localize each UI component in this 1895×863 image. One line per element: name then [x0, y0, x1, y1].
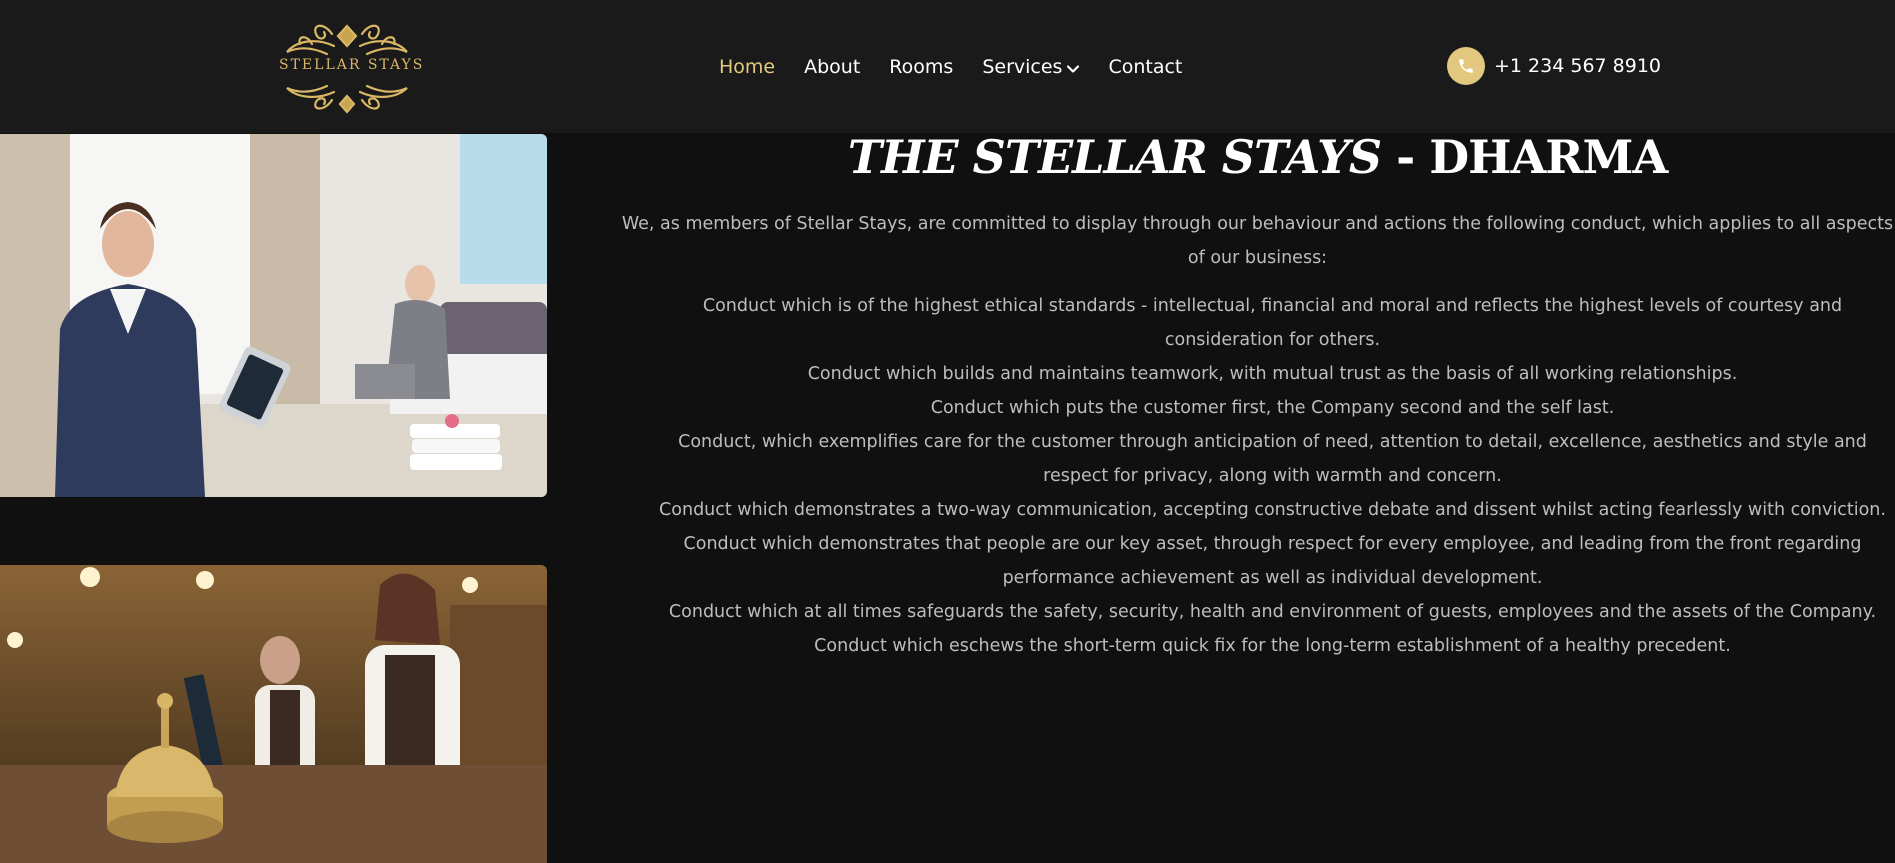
intro-paragraph: We, as members of Stellar Stays, are com…: [621, 214, 1894, 268]
nav-home[interactable]: Home: [719, 56, 775, 78]
conduct-item: Conduct which demonstrates that people a…: [683, 534, 1862, 588]
nav-rooms-label: Rooms: [889, 56, 954, 78]
reception-desk-photo: [0, 565, 547, 863]
nav-services[interactable]: Services: [982, 56, 1080, 78]
site-header: STELLAR STAYS Home About Rooms Services …: [0, 0, 1895, 133]
conduct-item: Conduct which is of the highest ethical …: [702, 296, 1843, 350]
conduct-item: Conduct, which exemplifies care for the …: [678, 432, 1867, 486]
page-title: THE STELLAR STAYS - DHARMA: [620, 130, 1895, 184]
nav-about[interactable]: About: [804, 56, 860, 78]
nav-home-label: Home: [719, 56, 776, 78]
conduct-item: Conduct which builds and maintains teamw…: [807, 364, 1738, 384]
nav-rooms[interactable]: Rooms: [889, 56, 953, 78]
main-nav: Home About Rooms Services Contact: [719, 53, 1182, 81]
conduct-item: Conduct which at all times safeguards th…: [668, 602, 1877, 622]
conduct-item: Conduct which demonstrates a two-way com…: [659, 500, 1886, 520]
nav-contact-label: Contact: [1108, 56, 1183, 78]
phone-number: +1 234 567 8910: [1494, 55, 1662, 77]
page-title-brand: THE STELLAR STAYS: [847, 130, 1382, 184]
brand-name: STELLAR STAYS: [279, 57, 425, 73]
conduct-item: Conduct which eschews the short-term qui…: [814, 636, 1731, 656]
nav-about-label: About: [804, 56, 861, 78]
conduct-list: Conduct which is of the highest ethical …: [650, 289, 1895, 663]
conduct-item: Conduct which puts the customer first, t…: [930, 398, 1615, 418]
chevron-down-icon: [1067, 56, 1080, 78]
nav-services-label: Services: [982, 56, 1063, 78]
page-title-suffix: - DHARMA: [1381, 130, 1668, 184]
hotel-staff-photo: [0, 134, 547, 497]
phone-icon: [1447, 47, 1485, 85]
nav-contact[interactable]: Contact: [1108, 56, 1182, 78]
phone-link[interactable]: +1 234 567 8910: [1447, 47, 1661, 85]
